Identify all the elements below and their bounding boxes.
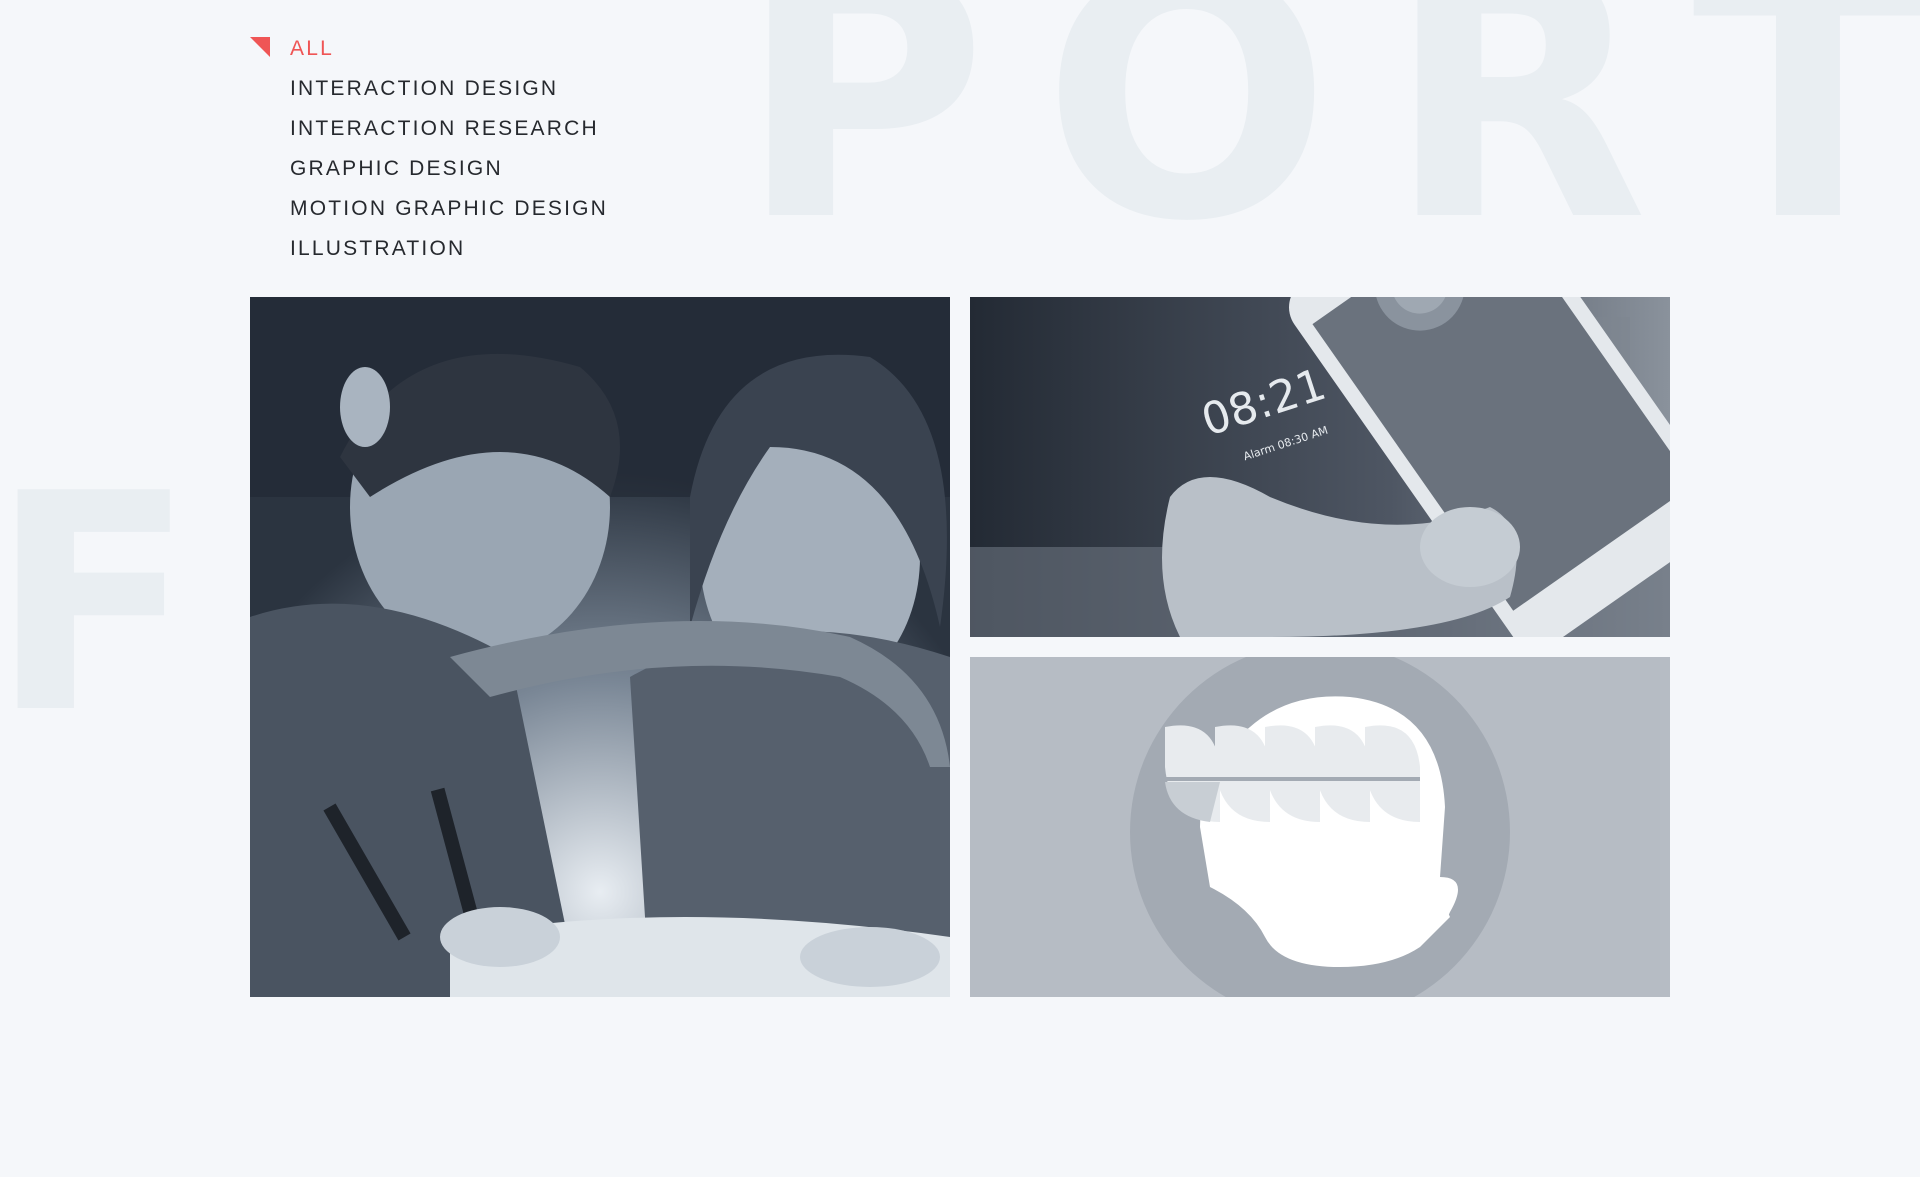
category-filter-menu: ALL INTERACTION DESIGN INTERACTION RESEA… xyxy=(250,34,608,274)
children-photo-illustration xyxy=(250,297,950,997)
phone-photo-illustration: 08:21 Alarm 08:30 AM xyxy=(970,297,1670,637)
filter-all[interactable]: ALL xyxy=(250,34,608,74)
filter-label: ILLUSTRATION xyxy=(290,237,466,260)
filter-label: GRAPHIC DESIGN xyxy=(290,157,503,180)
filter-label: MOTION GRAPHIC DESIGN xyxy=(290,197,609,220)
filter-illustration[interactable]: ILLUSTRATION xyxy=(290,234,608,274)
filter-interaction-research[interactable]: INTERACTION RESEARCH xyxy=(290,114,608,154)
project-tile-alarm-clock-app[interactable]: 08:21 Alarm 08:30 AM xyxy=(970,297,1670,637)
watermark-por: POR xyxy=(738,0,1704,296)
active-indicator-icon xyxy=(250,37,270,57)
filter-interaction-design[interactable]: INTERACTION DESIGN xyxy=(290,74,608,114)
filter-motion-graphic-design[interactable]: MOTION GRAPHIC DESIGN xyxy=(290,194,608,234)
watermark-t: T xyxy=(1692,0,1920,296)
filter-label: INTERACTION DESIGN xyxy=(290,77,559,100)
filter-graphic-design[interactable]: GRAPHIC DESIGN xyxy=(290,154,608,194)
filter-label: INTERACTION RESEARCH xyxy=(290,117,599,140)
project-tile-children-light-table[interactable] xyxy=(250,297,950,997)
project-tile-leaf-head-illustration[interactable] xyxy=(970,657,1670,997)
portfolio-page: POR T FO ALL INTERACTION DESIGN INTERACT… xyxy=(0,0,1920,1177)
leaf-head-graphic xyxy=(970,657,1670,997)
filter-label: ALL xyxy=(290,37,334,60)
